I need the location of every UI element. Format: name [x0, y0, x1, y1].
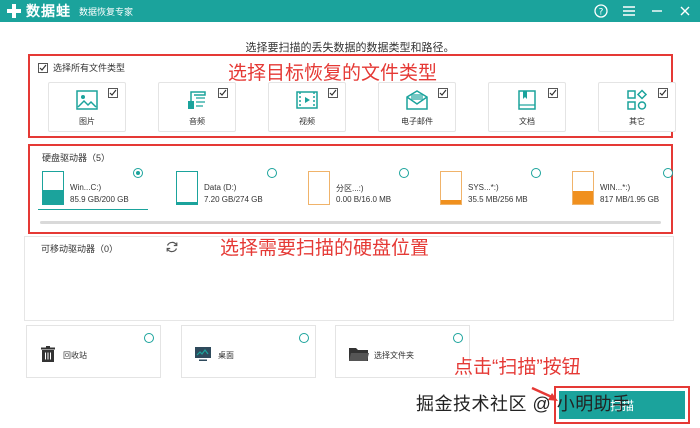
file-type-checkbox[interactable]	[328, 88, 338, 98]
file-type-label: 音频	[189, 117, 205, 126]
refresh-icon[interactable]	[165, 240, 179, 254]
drive-radio[interactable]	[663, 168, 673, 178]
svg-text:?: ?	[599, 8, 604, 18]
hard-drives-title: 硬盘驱动器（5）	[42, 153, 111, 163]
file-type-label: 其它	[629, 117, 645, 126]
annotation-drive-location: 选择需要扫描的硬盘位置	[220, 238, 430, 259]
instruction-text: 选择要扫描的丢失数据的数据类型和路径。	[245, 42, 455, 54]
horizontal-scrollbar[interactable]	[40, 221, 661, 224]
document-icon	[515, 89, 539, 111]
drive-item[interactable]: Data (D:) 7.20 GB/274 GB	[166, 168, 281, 210]
help-icon[interactable]: ?	[592, 2, 610, 20]
app-name: 数据蛙	[26, 3, 71, 19]
file-types-section: 选择所有文件类型 选择目标恢复的文件类型 图片 音频 视频 电子邮件 文档 其它	[28, 54, 676, 138]
selected-drive-underline	[38, 209, 148, 210]
file-type-checkbox[interactable]	[108, 88, 118, 98]
removable-drives-section: 可移动驱动器（0） 选择需要扫描的硬盘位置	[24, 236, 674, 321]
drive-radio[interactable]	[399, 168, 409, 178]
select-all-label: 选择所有文件类型	[53, 63, 126, 73]
drive-size: 7.20 GB/274 GB	[204, 195, 263, 204]
drive-size: 35.5 MB/256 MB	[468, 195, 528, 204]
video-icon	[295, 89, 319, 111]
location-label: 回收站	[63, 351, 87, 360]
title-bar: 数据蛙 数据恢复专家 ?	[0, 0, 700, 22]
watermark: 掘金技术社区 @ 小明助手	[416, 394, 631, 414]
location-select-folder[interactable]: 选择文件夹	[335, 325, 470, 378]
menu-icon[interactable]	[620, 2, 638, 20]
drive-size: 817 MB/1.95 GB	[600, 195, 660, 204]
file-type-label: 图片	[79, 117, 95, 126]
file-type-card[interactable]: 电子邮件	[378, 82, 456, 132]
email-icon	[405, 89, 429, 111]
file-type-card[interactable]: 其它	[598, 82, 676, 132]
location-label: 选择文件夹	[374, 351, 414, 360]
hard-drives-section: 硬盘驱动器（5） Win...C:) 85.9 GB/200 GB Data (D:…	[28, 144, 673, 234]
hard-drive-icon	[440, 171, 462, 205]
close-icon[interactable]	[676, 2, 694, 20]
drive-usage-fill	[43, 190, 63, 204]
hard-drive-icon	[42, 171, 64, 205]
app-subtitle: 数据恢复专家	[79, 6, 134, 17]
file-type-checkbox[interactable]	[548, 88, 558, 98]
desktop-icon	[194, 345, 212, 363]
drive-size: 85.9 GB/200 GB	[70, 195, 129, 204]
annotation-file-types: 选择目标恢复的文件类型	[228, 63, 438, 84]
location-label: 桌面	[218, 351, 234, 360]
hard-drive-icon	[176, 171, 198, 205]
file-type-card[interactable]: 图片	[48, 82, 126, 132]
drive-usage-fill	[177, 202, 197, 204]
drive-radio[interactable]	[133, 168, 143, 178]
checkbox-checked-icon	[38, 62, 48, 73]
drive-item[interactable]: WIN...*:) 817 MB/1.95 GB	[562, 168, 677, 210]
drive-usage-fill	[441, 199, 461, 204]
drive-name: 分区...:)	[336, 184, 364, 193]
drive-item[interactable]: Win...C:) 85.9 GB/200 GB	[32, 168, 147, 210]
trash-icon	[39, 345, 57, 363]
file-type-label: 文档	[519, 117, 535, 126]
image-icon	[75, 89, 99, 111]
file-type-card[interactable]: 音频	[158, 82, 236, 132]
logo-cross-icon	[4, 3, 24, 19]
drive-radio[interactable]	[531, 168, 541, 178]
other-icon	[625, 89, 649, 111]
app-logo: 数据蛙	[4, 1, 71, 21]
hard-drive-icon	[572, 171, 594, 205]
file-type-card[interactable]: 文档	[488, 82, 566, 132]
removable-drives-title: 可移动驱动器（0）	[41, 244, 119, 254]
window-controls: ?	[592, 2, 694, 20]
drive-item[interactable]: 分区...:) 0.00 B/16.0 MB	[298, 168, 413, 210]
annotation-scan: 点击“扫描”按钮	[454, 357, 581, 378]
music-icon	[185, 89, 209, 111]
drive-name: Data (D:)	[204, 183, 237, 192]
location-desktop[interactable]: 桌面	[181, 325, 316, 378]
drive-name: WIN...*:)	[600, 183, 631, 192]
location-radio[interactable]	[453, 333, 463, 343]
file-type-label: 电子邮件	[401, 117, 433, 126]
hard-drive-icon	[308, 171, 330, 205]
drive-usage-fill	[573, 190, 593, 204]
select-all-checkbox[interactable]: 选择所有文件类型	[38, 61, 125, 74]
drive-name: SYS...*:)	[468, 183, 499, 192]
file-type-label: 视频	[299, 117, 315, 126]
folder-icon	[348, 345, 370, 363]
location-radio[interactable]	[299, 333, 309, 343]
drive-size: 0.00 B/16.0 MB	[336, 195, 392, 204]
drive-radio[interactable]	[267, 168, 277, 178]
location-recycle-bin[interactable]: 回收站	[26, 325, 161, 378]
file-type-checkbox[interactable]	[218, 88, 228, 98]
drive-name: Win...C:)	[70, 183, 102, 192]
file-type-card[interactable]: 视频	[268, 82, 346, 132]
file-type-checkbox[interactable]	[658, 88, 668, 98]
file-type-checkbox[interactable]	[438, 88, 448, 98]
minimize-icon[interactable]	[648, 2, 666, 20]
drive-item[interactable]: SYS...*:) 35.5 MB/256 MB	[430, 168, 545, 210]
location-radio[interactable]	[144, 333, 154, 343]
